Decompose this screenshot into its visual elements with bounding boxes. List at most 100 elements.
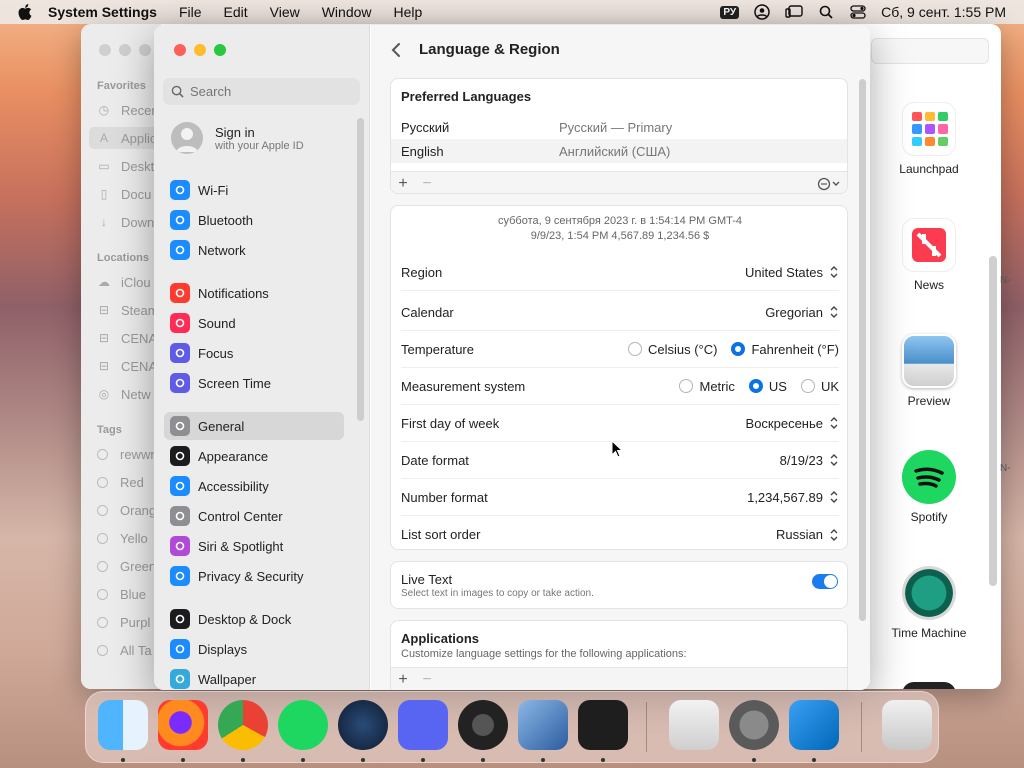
search-icon[interactable] — [817, 4, 835, 20]
finder-tag-item[interactable]: Yello — [97, 527, 148, 549]
sidebar-item-bluetooth[interactable]: Bluetooth — [164, 206, 344, 234]
sidebar-item-focus[interactable]: Focus — [164, 339, 344, 367]
dock-spotify[interactable] — [278, 700, 328, 750]
app-news[interactable]: News — [869, 218, 989, 292]
minimize-window-button[interactable] — [194, 44, 206, 56]
finder-search-field[interactable] — [871, 38, 989, 64]
dock-separator — [861, 702, 862, 752]
sidebar-item-appearance[interactable]: Appearance — [164, 442, 344, 470]
dock-obs[interactable] — [458, 700, 508, 750]
app-spotify[interactable]: Spotify — [869, 450, 989, 524]
menu-window[interactable]: Window — [322, 4, 372, 20]
sidebar-item-accessibility[interactable]: Accessibility — [164, 472, 344, 500]
date-format-select[interactable]: 8/19/23 — [780, 452, 839, 468]
close-window-button[interactable] — [174, 44, 186, 56]
live-text-toggle[interactable] — [812, 574, 838, 589]
metric-radio[interactable]: Metric — [679, 379, 735, 394]
settings-search[interactable] — [163, 78, 360, 105]
sidebar-item-privacy-security[interactable]: Privacy & Security — [164, 562, 344, 590]
menu-view[interactable]: View — [270, 4, 300, 20]
finder-favorite-item[interactable]: ▯ Docu — [97, 183, 152, 205]
apple-menu-icon[interactable] — [16, 3, 34, 21]
finder-favorite-item[interactable]: ◷ Recen — [97, 99, 159, 121]
finder-tag-item[interactable]: rewwr — [97, 443, 155, 465]
finder-tag-item[interactable]: Green — [97, 555, 156, 577]
back-button[interactable] — [389, 41, 403, 59]
sidebar-item-displays[interactable]: Displays — [164, 635, 344, 663]
sidebar-item-network[interactable]: Network — [164, 236, 344, 264]
dock-vscode[interactable] — [789, 700, 839, 750]
control-center-icon — [170, 506, 190, 526]
app-partial[interactable] — [869, 682, 989, 689]
celsius-radio[interactable]: Celsius (°C) — [627, 342, 717, 357]
running-indicator — [121, 758, 125, 762]
content-scrollbar[interactable] — [859, 79, 866, 621]
menu-help[interactable]: Help — [394, 4, 423, 20]
region-select[interactable]: United States — [745, 264, 839, 280]
menu-app-name[interactable]: System Settings — [48, 4, 157, 20]
sidebar-scrollbar[interactable] — [357, 118, 364, 421]
finder-scrollbar[interactable] — [989, 256, 997, 586]
finder-location-item[interactable]: ⊟ CENA — [97, 355, 157, 377]
language-row[interactable]: Русский Русский — Primary — [391, 115, 847, 139]
app-preview[interactable]: Preview — [869, 334, 989, 408]
sidebar-item-desktop-dock[interactable]: Desktop & Dock — [164, 605, 344, 633]
fahrenheit-radio[interactable]: Fahrenheit (°F) — [731, 342, 839, 357]
sidebar-item-wi-fi[interactable]: Wi-Fi — [164, 176, 344, 204]
remove-language-button[interactable]: − — [415, 175, 439, 193]
finder-tag-item[interactable]: Red — [97, 471, 144, 493]
finder-tag-item[interactable]: Orang — [97, 499, 156, 521]
dock-trash[interactable] — [882, 700, 932, 750]
finder-tag-item[interactable]: All Ta — [97, 639, 152, 661]
menu-edit[interactable]: Edit — [224, 4, 248, 20]
sidebar-item-screen-time[interactable]: Screen Time — [164, 369, 344, 397]
sidebar-item-control-center[interactable]: Control Center — [164, 502, 344, 530]
finder-location-item[interactable]: ⊟ Steam — [97, 299, 159, 321]
menu-clock[interactable]: Сб, 9 сент. 1:55 PM — [881, 4, 1006, 20]
uk-radio[interactable]: UK — [800, 379, 839, 394]
dock-virtualbox[interactable] — [518, 700, 568, 750]
us-radio[interactable]: US — [748, 379, 787, 394]
add-application-button[interactable]: + — [391, 671, 415, 689]
finder-location-item[interactable]: ⊟ CENA — [97, 327, 157, 349]
first-day-select[interactable]: Воскресенье — [746, 415, 839, 431]
dock-finder[interactable] — [98, 700, 148, 750]
finder-favorite-item[interactable]: ↓ Down — [97, 211, 154, 233]
sidebar-item-wallpaper[interactable]: Wallpaper — [164, 665, 344, 690]
app-launchpad[interactable]: Launchpad — [869, 102, 989, 176]
sort-order-row: List sort order Russian — [401, 516, 839, 549]
sidebar-item-siri-spotlight[interactable]: Siri & Spotlight — [164, 532, 344, 560]
number-format-select[interactable]: 1,234,567.89 — [747, 489, 839, 505]
dock-firefox[interactable] — [158, 700, 208, 750]
zoom-window-button[interactable] — [214, 44, 226, 56]
sidebar-item-general[interactable]: General — [164, 412, 344, 440]
dock-system-settings[interactable] — [729, 700, 779, 750]
accessibility-icon — [170, 476, 190, 496]
menu-file[interactable]: File — [179, 4, 202, 20]
control-center-icon[interactable] — [849, 4, 867, 20]
finder-tag-item[interactable]: Purpl — [97, 611, 150, 633]
dock-steam[interactable] — [338, 700, 388, 750]
sort-order-select[interactable]: Russian — [776, 527, 839, 543]
app-time-machine[interactable]: Time Machine — [869, 566, 989, 640]
calendar-select[interactable]: Gregorian — [765, 304, 839, 320]
language-row[interactable]: English Английский (США) — [391, 139, 847, 163]
dock-system-information[interactable] — [669, 700, 719, 750]
remove-application-button[interactable]: − — [415, 671, 439, 689]
apple-id-signin[interactable]: Sign in with your Apple ID — [171, 122, 304, 154]
sidebar-item-sound[interactable]: Sound — [164, 309, 344, 337]
finder-tag-item[interactable]: Blue — [97, 583, 146, 605]
language-options-button[interactable] — [817, 177, 841, 191]
user-icon[interactable] — [753, 4, 771, 20]
add-language-button[interactable]: + — [391, 175, 415, 193]
dock-chrome[interactable] — [218, 700, 268, 750]
finder-location-item[interactable]: ☁ iClou — [97, 271, 151, 293]
search-input[interactable] — [190, 84, 350, 99]
dock-discord[interactable] — [398, 700, 448, 750]
finder-location-item[interactable]: ◎ Netw — [97, 383, 151, 405]
sidebar-item-notifications[interactable]: Notifications — [164, 279, 344, 307]
input-source-badge[interactable]: РУ — [720, 5, 740, 19]
finder-favorite-item[interactable]: ▭ Deskt — [97, 155, 154, 177]
dock-terminal[interactable] — [578, 700, 628, 750]
stage-manager-icon[interactable] — [785, 4, 803, 20]
